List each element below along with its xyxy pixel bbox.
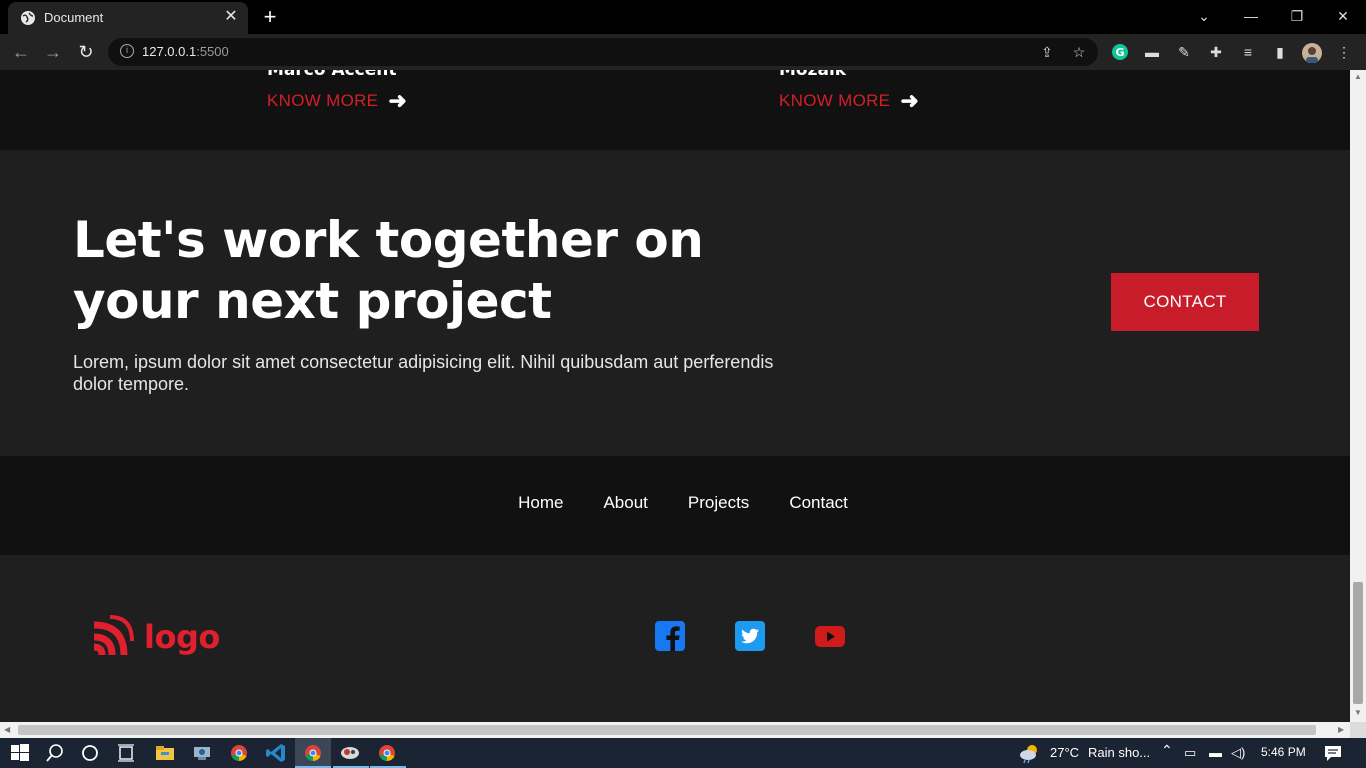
arrow-right-icon: ➜ [900,88,920,113]
battery-icon[interactable]: ▬ [1209,745,1222,760]
side-panel-icon[interactable]: ▮ [1271,43,1289,61]
facebook-icon[interactable] [655,621,685,651]
pen-extension-icon[interactable]: ✎ [1175,43,1193,61]
reload-icon[interactable]: ↻ [75,41,97,63]
logo-text: logo [144,618,220,656]
scroll-down-icon[interactable]: ▼ [1354,708,1362,717]
browser-tab-bar: Document ✕ + ⌄ — ❐ ✕ [0,0,1366,34]
scrollbar-corner [1350,722,1366,738]
windows-taskbar: 27°C Rain sho... ⌃ ▭ ▬ ◁) 5:46 PM [0,738,1366,768]
footer-nav: Home About Projects Contact [0,456,1350,555]
search-icon[interactable] [44,742,66,764]
scroll-up-icon[interactable]: ▲ [1354,72,1362,81]
url-text: 127.0.0.1:5500 [142,44,229,59]
back-icon[interactable]: ← [10,41,32,63]
app-icon[interactable] [339,742,361,764]
notification-center-icon[interactable] [1322,742,1344,764]
chevron-up-icon[interactable]: ⌃ [1161,742,1173,759]
site-info-icon[interactable]: i [120,44,134,58]
globe-icon [21,11,35,25]
network-app-icon[interactable] [191,742,213,764]
extensions-puzzle-icon[interactable]: ✚ [1207,43,1225,61]
footer-nav-contact[interactable]: Contact [789,493,848,513]
twitter-icon[interactable] [735,621,765,651]
extension-icon[interactable]: ▬ [1143,43,1161,61]
url-port: :5500 [196,44,229,59]
logo-signal-icon [93,615,134,656]
close-tab-icon[interactable]: ✕ [222,8,240,26]
project-title: Marco Accent [267,70,397,80]
tab-title: Document [44,10,104,25]
vscode-icon[interactable] [265,742,287,764]
close-window-button[interactable]: ✕ [1329,4,1357,28]
footer: logo [0,555,1350,722]
address-bar[interactable]: i 127.0.0.1:5500 ⇪ ☆ [108,38,1098,66]
project-title: Mozaik [779,70,847,80]
profile-avatar[interactable] [1302,43,1322,63]
youtube-icon[interactable] [815,621,845,651]
footer-nav-projects[interactable]: Projects [688,493,749,513]
cortana-icon[interactable] [79,742,101,764]
browser-toolbar: ← → ↻ i 127.0.0.1:5500 ⇪ ☆ G ▬ ✎ ✚ ≡ ▮ ⋮ [0,34,1366,70]
projects-section: Marco Accent KNOW MORE ➜ Mozaik KNOW MOR… [0,70,1350,150]
chrome-active-icon[interactable] [302,742,324,764]
horizontal-scrollbar[interactable]: ◀ ▶ [0,722,1350,738]
scroll-right-icon[interactable]: ▶ [1338,725,1344,734]
horizontal-scroll-thumb[interactable] [18,725,1316,735]
scroll-left-icon[interactable]: ◀ [4,725,10,734]
know-more-label: KNOW MORE [267,91,379,110]
clock[interactable]: 5:46 PM [1261,745,1306,759]
browser-tab[interactable]: Document ✕ [8,2,248,34]
know-more-link[interactable]: KNOW MORE ➜ [267,88,408,113]
network-icon[interactable]: ▭ [1184,745,1196,761]
task-view-icon[interactable] [115,742,137,764]
chrome-profile-icon[interactable] [376,742,398,764]
new-tab-button[interactable]: + [258,5,282,29]
restore-button[interactable]: ❐ [1283,4,1311,28]
vertical-scrollbar[interactable]: ▲ ▼ [1350,70,1366,722]
weather-text[interactable]: Rain sho... [1088,745,1150,760]
vertical-scroll-thumb[interactable] [1353,582,1363,704]
arrow-right-icon: ➜ [388,88,408,113]
file-explorer-icon[interactable] [154,742,176,764]
svg-text:G: G [1115,46,1124,59]
media-control-icon[interactable]: ≡ [1239,43,1257,61]
forward-icon[interactable]: → [42,41,64,63]
contact-button[interactable]: CONTACT [1111,273,1259,331]
share-icon[interactable]: ⇪ [1038,43,1056,61]
footer-nav-about[interactable]: About [603,493,647,513]
windows-start-icon[interactable] [9,742,31,764]
volume-icon[interactable]: ◁) [1231,745,1245,761]
logo[interactable]: logo [90,615,220,659]
url-host: 127.0.0.1 [142,44,197,59]
tab-search-icon[interactable]: ⌄ [1190,4,1218,28]
know-more-link[interactable]: KNOW MORE ➜ [779,88,920,113]
cta-heading: Let's work together on your next project [73,211,704,330]
weather-temp[interactable]: 27°C [1050,745,1079,760]
cta-text: Lorem, ipsum dolor sit amet consectetur … [73,352,774,394]
page-viewport: Marco Accent KNOW MORE ➜ Mozaik KNOW MOR… [0,70,1350,722]
cta-section: Let's work together on your next project… [0,150,1350,456]
grammarly-extension-icon[interactable]: G [1111,43,1129,61]
chrome-icon[interactable] [228,742,250,764]
weather-icon[interactable] [1019,742,1041,764]
menu-kebab-icon[interactable]: ⋮ [1335,43,1353,61]
know-more-label: KNOW MORE [779,91,891,110]
footer-nav-home[interactable]: Home [518,493,563,513]
bookmark-star-icon[interactable]: ☆ [1070,43,1088,61]
minimize-button[interactable]: — [1237,4,1265,28]
